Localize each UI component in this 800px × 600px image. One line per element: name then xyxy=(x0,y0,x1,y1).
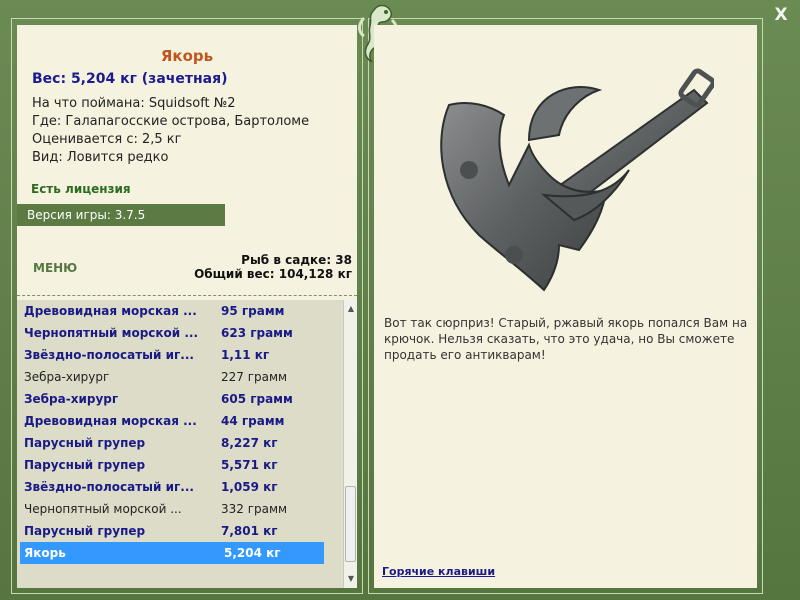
catch-image-panel: Вот так сюрприз! Старый, ржавый якорь по… xyxy=(374,25,757,588)
catch-list-item[interactable]: Парусный групер 8,227 кг xyxy=(17,432,343,454)
catch-list-item[interactable]: Звёздно-полосатый иг... 1,11 кг xyxy=(17,344,343,366)
catch-list-item-weight: 1,059 кг xyxy=(221,480,278,494)
version-bar: Версия игры: 3.7.5 xyxy=(17,204,225,226)
catch-list-item[interactable]: Зебра-хирург 227 грамм xyxy=(17,366,343,388)
fish-info-panel: Якорь Вес: 5,204 кг (зачетная) На что по… xyxy=(17,25,357,588)
menu-button[interactable]: МЕНЮ xyxy=(33,261,77,275)
catch-list-item-weight: 44 грамм xyxy=(221,414,285,428)
catch-list-item-name: Зебра-хирург xyxy=(24,392,119,406)
catch-list-item-weight: 5,571 кг xyxy=(221,458,278,472)
catch-list-item[interactable]: Зебра-хирург 605 грамм xyxy=(17,388,343,410)
catch-list-scrollbar[interactable]: ▲ ▼ xyxy=(343,300,357,588)
catch-list-item[interactable]: Парусный групер 7,801 кг xyxy=(17,520,343,542)
catch-list-item-weight: 623 грамм xyxy=(221,326,293,340)
catch-list-item[interactable]: Чернопятный морской ... 623 грамм xyxy=(17,322,343,344)
scroll-thumb[interactable] xyxy=(345,486,356,562)
catch-list-item-weight: 605 грамм xyxy=(221,392,293,406)
catch-list-item-name: Зебра-хирург xyxy=(24,370,110,384)
catch-list-item-weight: 95 грамм xyxy=(221,304,285,318)
catch-list-item-weight: 5,204 кг xyxy=(224,546,281,560)
catch-description: Вот так сюрприз! Старый, ржавый якорь по… xyxy=(384,316,748,362)
fish-details: На что поймана: Squidsoft №2 Где: Галапа… xyxy=(32,95,309,167)
catch-list-item-weight: 1,11 кг xyxy=(221,348,270,362)
catch-list-item-name: Древовидная морская ... xyxy=(24,304,197,318)
catch-list-item-weight: 227 грамм xyxy=(221,370,288,384)
location-line: Где: Галапагосские острова, Бартоломе xyxy=(32,114,310,129)
catch-list-item-name: Чернопятный морской ... xyxy=(24,326,199,340)
catch-list-item-name: Парусный групер xyxy=(24,458,146,472)
scroll-down-arrow-icon[interactable]: ▼ xyxy=(344,572,358,586)
catch-list-item-name: Парусный групер xyxy=(24,436,146,450)
fish-count: Рыб в садке: 38 xyxy=(241,253,352,267)
caught-on-line: На что поймана: Squidsoft №2 xyxy=(32,96,236,111)
catch-list-item-name: Чернопятный морской ... xyxy=(24,502,182,516)
catch-list-item-name: Звёздно-полосатый иг... xyxy=(24,348,194,362)
hotkeys-link[interactable]: Горячие клавиши xyxy=(382,565,495,578)
catch-stats: Рыб в садке: 38 Общий вес: 104,128 кг xyxy=(194,253,352,281)
fish-title: Якорь xyxy=(160,47,214,65)
close-button[interactable]: X xyxy=(772,6,790,24)
catch-list-item-weight: 332 грамм xyxy=(221,502,288,516)
catch-list-item-name: Звёздно-полосатый иг... xyxy=(24,480,194,494)
catch-list-item[interactable]: Древовидная морская ... 95 грамм xyxy=(17,300,343,322)
rated-from-line: Оценивается с: 2,5 кг xyxy=(32,132,182,147)
catch-list-item[interactable]: Звёздно-полосатый иг... 1,059 кг xyxy=(17,476,343,498)
catch-list-item[interactable]: Парусный групер 5,571 кг xyxy=(17,454,343,476)
catch-list-item-weight: 7,801 кг xyxy=(221,524,278,538)
fish-weight: Вес: 5,204 кг (зачетная) xyxy=(32,71,228,87)
license-status: Есть лицензия xyxy=(31,182,131,196)
divider xyxy=(17,295,357,296)
anchor-image xyxy=(440,68,714,292)
scroll-up-arrow-icon[interactable]: ▲ xyxy=(344,302,358,316)
catch-list-item[interactable]: Древовидная морская ... 44 грамм xyxy=(17,410,343,432)
catch-list[interactable]: Древовидная морская ... 95 грамм Чернопятн… xyxy=(17,300,343,588)
catch-list-item-name: Якорь xyxy=(24,546,66,560)
catch-list-item[interactable]: Чернопятный морской ... 332 грамм xyxy=(17,498,343,520)
catch-list-item[interactable]: Якорь 5,204 кг xyxy=(20,542,324,564)
catch-list-item-name: Парусный групер xyxy=(24,524,146,538)
catch-list-item-name: Древовидная морская ... xyxy=(24,414,197,428)
catch-list-item-weight: 8,227 кг xyxy=(221,436,278,450)
total-weight: Общий вес: 104,128 кг xyxy=(194,267,352,281)
rarity-line: Вид: Ловится редко xyxy=(32,150,169,165)
close-icon[interactable]: X xyxy=(774,5,787,25)
